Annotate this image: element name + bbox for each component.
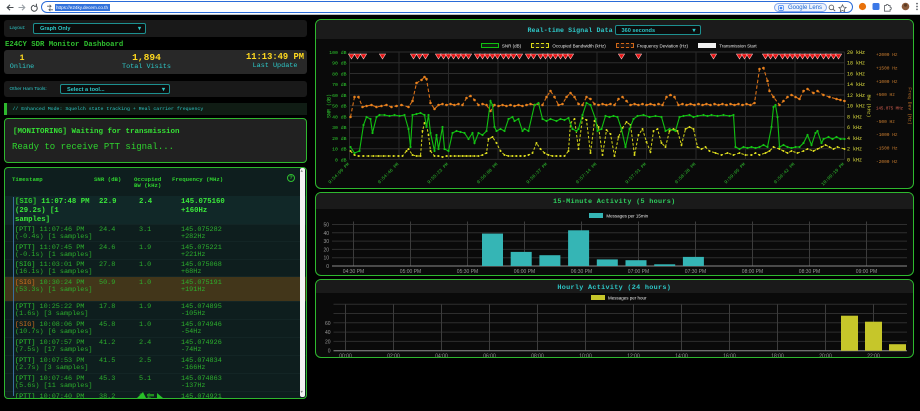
svg-text:0: 0	[327, 349, 330, 355]
svg-text:20 dB: 20 dB	[332, 136, 347, 142]
svg-text:07:30 PM: 07:30 PM	[684, 269, 705, 275]
svg-text:-500 Hz: -500 Hz	[876, 119, 895, 125]
svg-text:9:57:51 PM: 9:57:51 PM	[624, 161, 648, 185]
svg-text:40: 40	[323, 230, 329, 236]
svg-text:+1000 Hz: +1000 Hz	[876, 79, 898, 85]
svg-text:0: 0	[326, 264, 329, 270]
svg-text:30 dB: 30 dB	[332, 125, 347, 131]
svg-text:10: 10	[323, 255, 329, 261]
svg-text:20:00: 20:00	[819, 354, 832, 358]
svg-text:12:00: 12:00	[627, 354, 640, 358]
svg-text:60 dB: 60 dB	[332, 93, 347, 99]
svg-text:9:54:46 PM: 9:54:46 PM	[376, 161, 400, 185]
svg-text:07:00 PM: 07:00 PM	[627, 269, 648, 275]
svg-text:10 dB: 10 dB	[332, 147, 347, 153]
svg-text:70 dB: 70 dB	[332, 82, 347, 88]
svg-text:Freq Dev (Hz): Freq Dev (Hz)	[906, 87, 912, 125]
svg-text:06:30 PM: 06:30 PM	[570, 269, 591, 275]
svg-text:0 dB: 0 dB	[334, 157, 346, 163]
svg-text:18:00: 18:00	[771, 354, 784, 358]
svg-text:9:56:00 PM: 9:56:00 PM	[475, 161, 499, 185]
svg-text:+2000 Hz: +2000 Hz	[876, 52, 898, 58]
svg-text:145.075 MHz: 145.075 MHz	[876, 108, 904, 112]
svg-text:-1500 Hz: -1500 Hz	[876, 146, 898, 152]
svg-text:06:00 PM: 06:00 PM	[513, 269, 534, 275]
svg-text:08:00: 08:00	[531, 354, 544, 358]
svg-text:SNR (dB): SNR (dB)	[326, 94, 332, 118]
svg-text:40 dB: 40 dB	[332, 114, 347, 120]
svg-text:14:00: 14:00	[675, 354, 688, 358]
svg-text:20: 20	[323, 247, 329, 253]
svg-text:100 dB: 100 dB	[329, 50, 346, 56]
svg-text:9:58:28 PM: 9:58:28 PM	[673, 161, 697, 185]
svg-text:9:57:14 PM: 9:57:14 PM	[574, 161, 598, 185]
svg-text:08:00 PM: 08:00 PM	[741, 269, 762, 275]
svg-text:14 kHz: 14 kHz	[847, 82, 865, 88]
svg-text:9:54:09 PM: 9:54:09 PM	[327, 161, 351, 185]
svg-text:10:00:19 PM: 10:00:19 PM	[820, 161, 846, 187]
svg-text:00:00: 00:00	[339, 354, 352, 358]
svg-text:20: 20	[324, 339, 330, 345]
svg-text:60: 60	[324, 321, 330, 327]
svg-text:04:00: 04:00	[435, 354, 448, 358]
svg-text:9:59:42 PM: 9:59:42 PM	[772, 161, 796, 185]
svg-text:06:00: 06:00	[483, 354, 496, 358]
svg-text:50: 50	[323, 222, 329, 228]
svg-text:0 kHz: 0 kHz	[847, 157, 862, 163]
svg-text:09:00 PM: 09:00 PM	[855, 269, 876, 275]
svg-text:05:30 PM: 05:30 PM	[456, 269, 477, 275]
svg-text:22:00: 22:00	[867, 354, 880, 358]
svg-text:9:56:37 PM: 9:56:37 PM	[525, 161, 549, 185]
svg-text:8 kHz: 8 kHz	[847, 114, 862, 120]
svg-text:50 dB: 50 dB	[332, 104, 347, 110]
svg-text:05:00 PM: 05:00 PM	[399, 269, 420, 275]
svg-text:9:59:05 PM: 9:59:05 PM	[723, 161, 747, 185]
svg-text:30: 30	[323, 239, 329, 245]
svg-text:12 kHz: 12 kHz	[847, 93, 865, 99]
svg-text:4 kHz: 4 kHz	[847, 136, 862, 142]
svg-text:16:00: 16:00	[723, 354, 736, 358]
svg-text:-1000 Hz: -1000 Hz	[876, 132, 898, 138]
svg-text:10 kHz: 10 kHz	[847, 104, 865, 110]
svg-text:-2000 Hz: -2000 Hz	[876, 159, 898, 165]
svg-text:08:30 PM: 08:30 PM	[798, 269, 819, 275]
svg-text:10:00: 10:00	[579, 354, 592, 358]
svg-text:16 kHz: 16 kHz	[847, 72, 865, 78]
svg-text:+500 Hz: +500 Hz	[876, 92, 895, 98]
svg-text:90 dB: 90 dB	[332, 61, 347, 67]
svg-text:2 kHz: 2 kHz	[847, 147, 862, 153]
svg-text:20 kHz: 20 kHz	[847, 50, 865, 56]
svg-text:6 kHz: 6 kHz	[847, 125, 862, 131]
svg-text:BW (kHz): BW (kHz)	[865, 94, 871, 117]
svg-text:04:30 PM: 04:30 PM	[342, 269, 363, 275]
svg-text:02:00: 02:00	[387, 354, 400, 358]
svg-text:18 kHz: 18 kHz	[847, 61, 865, 67]
svg-text:+1500 Hz: +1500 Hz	[876, 65, 898, 71]
svg-text:80 dB: 80 dB	[332, 72, 347, 78]
svg-text:9:55:23 PM: 9:55:23 PM	[426, 161, 450, 185]
svg-text:40: 40	[324, 330, 330, 336]
